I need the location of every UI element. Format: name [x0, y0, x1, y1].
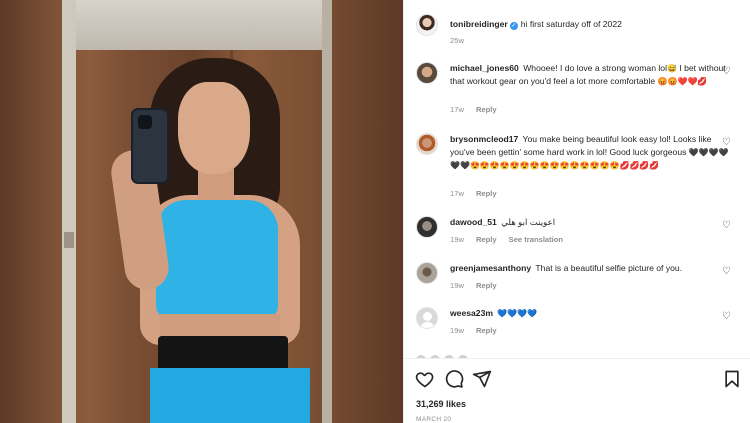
like-comment-heart-icon[interactable]: ♡ — [722, 137, 731, 148]
post-date: MARCH 20 — [416, 416, 452, 423]
caption-meta: 25w — [450, 36, 476, 45]
post-side-panel: tonibreidinger ✓ hi first saturday off of … — [403, 0, 750, 423]
author-avatar[interactable] — [416, 14, 438, 36]
caption-age: 25w — [450, 36, 464, 45]
bookmark-icon[interactable] — [722, 369, 742, 389]
post-action-bar: 31,269 likes MARCH 20 — [404, 358, 750, 423]
author-username[interactable]: tonibreidinger — [450, 19, 508, 29]
commenter-username[interactable]: michael_jones60 — [450, 63, 519, 73]
reply-button[interactable]: Reply — [476, 235, 497, 244]
comment-icon[interactable] — [444, 369, 464, 389]
comment-meta: 17w Reply — [450, 189, 509, 198]
like-comment-heart-icon[interactable]: ♡ — [722, 311, 731, 322]
see-translation-button[interactable]: See translation — [509, 235, 563, 244]
reply-button[interactable]: Reply — [476, 326, 497, 335]
caption: hi first saturday off of 2022 — [520, 19, 622, 29]
verified-badge-icon: ✓ — [509, 22, 518, 30]
comment-age: 19w — [450, 281, 464, 290]
photo-phone-camera — [138, 115, 152, 129]
commenter-avatar[interactable] — [416, 133, 438, 155]
commenter-avatar[interactable] — [416, 62, 438, 84]
photo-door-frame — [62, 0, 76, 423]
comment-text: greenjamesanthony That is a beautiful se… — [450, 263, 683, 273]
photo-waistband — [158, 336, 288, 372]
comment-text: dawood_51 اعوينت ابو هلي — [450, 217, 556, 227]
like-comment-heart-icon[interactable]: ♡ — [722, 66, 731, 77]
reply-button[interactable]: Reply — [476, 189, 497, 198]
photo-sports-top — [156, 200, 278, 318]
comment-age: 17w — [450, 105, 464, 114]
comments-list[interactable]: tonibreidinger ✓ hi first saturday off of … — [404, 0, 750, 358]
photo-door-hinge — [64, 232, 74, 248]
commenter-avatar[interactable] — [416, 307, 438, 329]
comment-meta: 19w Reply See translation — [450, 235, 575, 244]
like-comment-heart-icon[interactable]: ♡ — [722, 266, 731, 277]
photo-door-frame — [322, 0, 332, 423]
heart-icon[interactable] — [415, 369, 435, 389]
reply-button[interactable]: Reply — [476, 105, 497, 114]
comment-meta: 19w Reply — [450, 326, 509, 335]
commenter-username[interactable]: greenjamesanthony — [450, 263, 531, 273]
photo-shorts — [150, 368, 310, 423]
comment-text: michael_jones60 Whooee! I do love a stro… — [450, 63, 726, 86]
share-icon[interactable] — [472, 369, 492, 389]
comment-text: weesa23m 💙💙💙💙 — [450, 308, 538, 318]
caption-text: tonibreidinger ✓ hi first saturday off of … — [450, 18, 732, 31]
comment-meta: 19w Reply — [450, 281, 509, 290]
commenter-username[interactable]: brysonmcleod17 — [450, 134, 518, 144]
commenter-avatar[interactable] — [416, 216, 438, 238]
comment-age: 17w — [450, 189, 464, 198]
photo-face — [178, 82, 250, 174]
comment-meta: 17w Reply — [450, 105, 509, 114]
photo-ceiling — [70, 0, 330, 50]
like-comment-heart-icon[interactable]: ♡ — [722, 220, 731, 231]
commenter-avatar[interactable] — [416, 262, 438, 284]
photo-phone — [131, 108, 169, 184]
post-photo[interactable] — [0, 0, 403, 423]
likes-count[interactable]: 31,269 likes — [416, 399, 466, 409]
reply-button[interactable]: Reply — [476, 281, 497, 290]
commenter-username[interactable]: weesa23m — [450, 308, 493, 318]
comment-age: 19w — [450, 235, 464, 244]
comment-text: brysonmcleod17 You make being beautiful … — [450, 134, 729, 170]
commenter-username[interactable]: dawood_51 — [450, 217, 497, 227]
comment-age: 19w — [450, 326, 464, 335]
